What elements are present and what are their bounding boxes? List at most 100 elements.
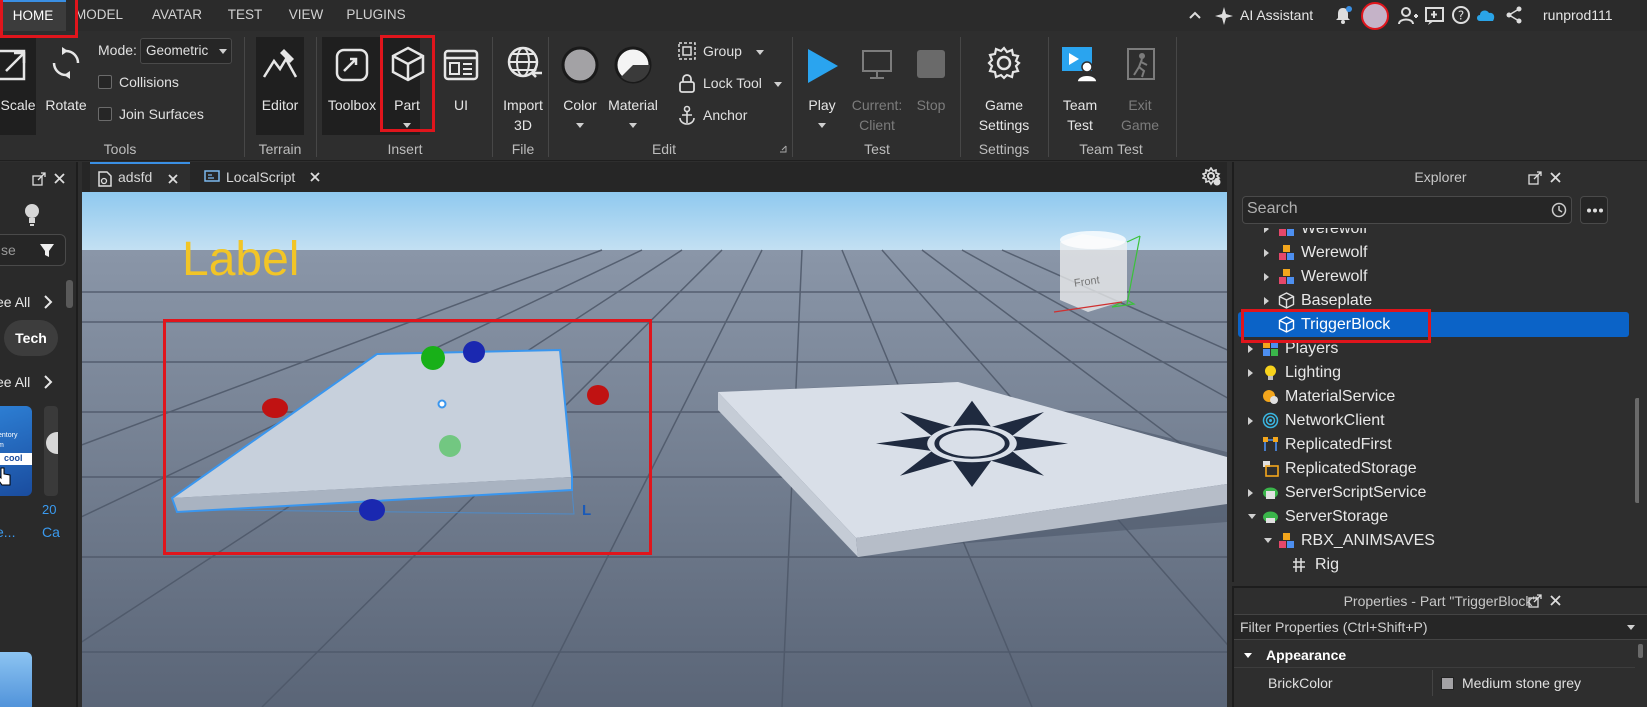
- toolbox-search-input[interactable]: se: [0, 234, 66, 266]
- viewport-settings-gear-icon[interactable]: [1202, 167, 1222, 187]
- chevron-down-icon[interactable]: [774, 82, 782, 87]
- tree-item-werewolf[interactable]: Werewolf: [1234, 240, 1629, 265]
- color-button[interactable]: Color: [556, 37, 604, 135]
- explorer-search-input[interactable]: Search: [1242, 196, 1572, 224]
- expand-arrow-icon[interactable]: [1264, 228, 1269, 233]
- collapse-arrow-icon[interactable]: [1248, 514, 1256, 519]
- chevron-down-icon[interactable]: [629, 123, 637, 128]
- explorer-scrollbar-thumb[interactable]: [1635, 398, 1639, 503]
- feedback-icon[interactable]: [1424, 5, 1446, 27]
- chevron-right-icon[interactable]: [43, 295, 53, 309]
- tab-home[interactable]: HOME: [0, 0, 66, 31]
- exit-game-button[interactable]: Exit Game: [1112, 37, 1168, 135]
- move-handle-x[interactable]: [587, 385, 609, 405]
- expand-arrow-icon[interactable]: [1248, 345, 1253, 353]
- close-icon[interactable]: [1550, 595, 1561, 606]
- import-3d-button[interactable]: Import 3D: [494, 37, 552, 135]
- move-handle-y[interactable]: [439, 435, 461, 457]
- explorer-tree[interactable]: Werewolf Werewolf Werewolf Baseplate Tri…: [1234, 228, 1639, 582]
- chevron-down-icon[interactable]: [756, 50, 764, 55]
- tree-item-lighting[interactable]: Lighting: [1234, 360, 1629, 385]
- username[interactable]: runprod111: [1543, 7, 1613, 27]
- chevron-right-icon[interactable]: [43, 375, 53, 389]
- see-all-link[interactable]: ee All: [0, 294, 30, 310]
- tab-view[interactable]: VIEW: [284, 0, 328, 31]
- see-all-link[interactable]: ee All: [0, 374, 30, 390]
- close-icon[interactable]: [1550, 172, 1561, 183]
- part-button[interactable]: Part: [382, 37, 432, 135]
- asset-name[interactable]: Ca: [42, 524, 60, 540]
- tree-item-triggerblock[interactable]: TriggerBlock: [1238, 312, 1629, 337]
- avatar[interactable]: [1361, 2, 1389, 30]
- notification-bell-icon[interactable]: [1333, 5, 1353, 25]
- chevron-down-icon[interactable]: [818, 123, 826, 128]
- tree-item-baseplate[interactable]: Baseplate: [1234, 288, 1629, 313]
- add-collaborator-icon[interactable]: [1397, 5, 1419, 27]
- tree-item-werewolf[interactable]: Werewolf: [1234, 264, 1629, 289]
- chevron-down-icon[interactable]: [403, 123, 411, 128]
- tab-plugins[interactable]: PLUGINS: [343, 0, 409, 31]
- share-icon[interactable]: [1505, 6, 1523, 24]
- rotate-button[interactable]: Rotate: [40, 37, 92, 135]
- tab-model[interactable]: MODEL: [70, 0, 128, 31]
- tree-item-serverstorage[interactable]: ServerStorage: [1234, 504, 1629, 529]
- move-handle-z[interactable]: [359, 499, 385, 521]
- game-settings-button[interactable]: Game Settings: [966, 37, 1042, 135]
- close-tab-icon[interactable]: [168, 174, 178, 184]
- join-surfaces-checkbox[interactable]: [98, 107, 112, 121]
- stop-button[interactable]: Stop: [906, 37, 956, 135]
- team-test-button[interactable]: Team Test: [1052, 37, 1108, 135]
- tree-item-replicatedfirst[interactable]: ReplicatedFirst: [1234, 432, 1629, 457]
- tree-item-serverscriptservice[interactable]: ServerScriptService: [1234, 480, 1629, 505]
- undock-icon[interactable]: [32, 172, 46, 186]
- chevron-down-icon[interactable]: [576, 123, 584, 128]
- tab-test[interactable]: TEST: [224, 0, 266, 31]
- tree-item-replicatedstorage[interactable]: ReplicatedStorage: [1234, 456, 1629, 481]
- move-handle-x[interactable]: [262, 398, 288, 418]
- material-button[interactable]: Material: [604, 37, 662, 135]
- collisions-toggle[interactable]: Collisions: [98, 74, 179, 90]
- history-icon[interactable]: [1551, 202, 1567, 218]
- asset-name[interactable]: e...: [0, 524, 15, 540]
- scrollbar-thumb[interactable]: [66, 280, 73, 308]
- move-handle-y[interactable]: [421, 346, 445, 370]
- move-handle-z[interactable]: [463, 341, 485, 363]
- scale-button[interactable]: Scale: [0, 37, 36, 135]
- collapse-ribbon-icon[interactable]: [1189, 10, 1201, 20]
- appearance-section-header[interactable]: Appearance: [1234, 642, 1635, 668]
- tree-item-rbx-animsaves[interactable]: RBX_ANIMSAVES: [1234, 528, 1629, 553]
- cloud-icon[interactable]: [1475, 7, 1497, 23]
- 3d-viewport[interactable]: Label Front L: [82, 192, 1227, 707]
- tab-avatar[interactable]: AVATAR: [145, 0, 209, 31]
- collapse-arrow-icon[interactable]: [1244, 653, 1252, 658]
- collisions-checkbox[interactable]: [98, 75, 112, 89]
- color-swatch[interactable]: [1441, 677, 1454, 690]
- ai-assistant-button[interactable]: AI Assistant: [1240, 7, 1313, 27]
- tab-localscript[interactable]: LocalScript: [194, 162, 330, 192]
- explorer-more-button[interactable]: [1580, 196, 1608, 224]
- collapse-arrow-icon[interactable]: [1264, 538, 1272, 543]
- ui-button[interactable]: UI: [436, 37, 486, 135]
- asset-thumbnail[interactable]: [0, 652, 32, 707]
- filter-properties-input[interactable]: Filter Properties (Ctrl+Shift+P): [1234, 614, 1647, 640]
- help-icon[interactable]: ?: [1451, 5, 1471, 25]
- tree-item-players[interactable]: Players: [1234, 336, 1629, 361]
- properties-scrollbar-thumb[interactable]: [1638, 644, 1643, 658]
- tree-item-networkclient[interactable]: NetworkClient: [1234, 408, 1629, 433]
- close-tab-icon[interactable]: [310, 172, 320, 182]
- tree-item-rig[interactable]: Rig: [1234, 552, 1629, 577]
- mode-dropdown[interactable]: Geometric: [140, 38, 232, 64]
- expand-arrow-icon[interactable]: [1248, 417, 1253, 425]
- toolbox-button[interactable]: Toolbox: [324, 37, 380, 135]
- chevron-down-icon[interactable]: [1627, 625, 1635, 630]
- expand-arrow-icon[interactable]: [1248, 489, 1253, 497]
- tree-item-materialservice[interactable]: MaterialService: [1234, 384, 1629, 409]
- undock-icon[interactable]: [1528, 594, 1542, 608]
- join-surfaces-toggle[interactable]: Join Surfaces: [98, 106, 204, 122]
- tab-adsfd[interactable]: adsfd: [90, 162, 190, 192]
- expand-arrow-icon[interactable]: [1264, 273, 1269, 281]
- expand-arrow-icon[interactable]: [1248, 369, 1253, 377]
- expand-group-icon[interactable]: [779, 145, 787, 153]
- property-row-brickcolor[interactable]: BrickColor Medium stone grey: [1234, 670, 1635, 696]
- undock-icon[interactable]: [1528, 171, 1542, 185]
